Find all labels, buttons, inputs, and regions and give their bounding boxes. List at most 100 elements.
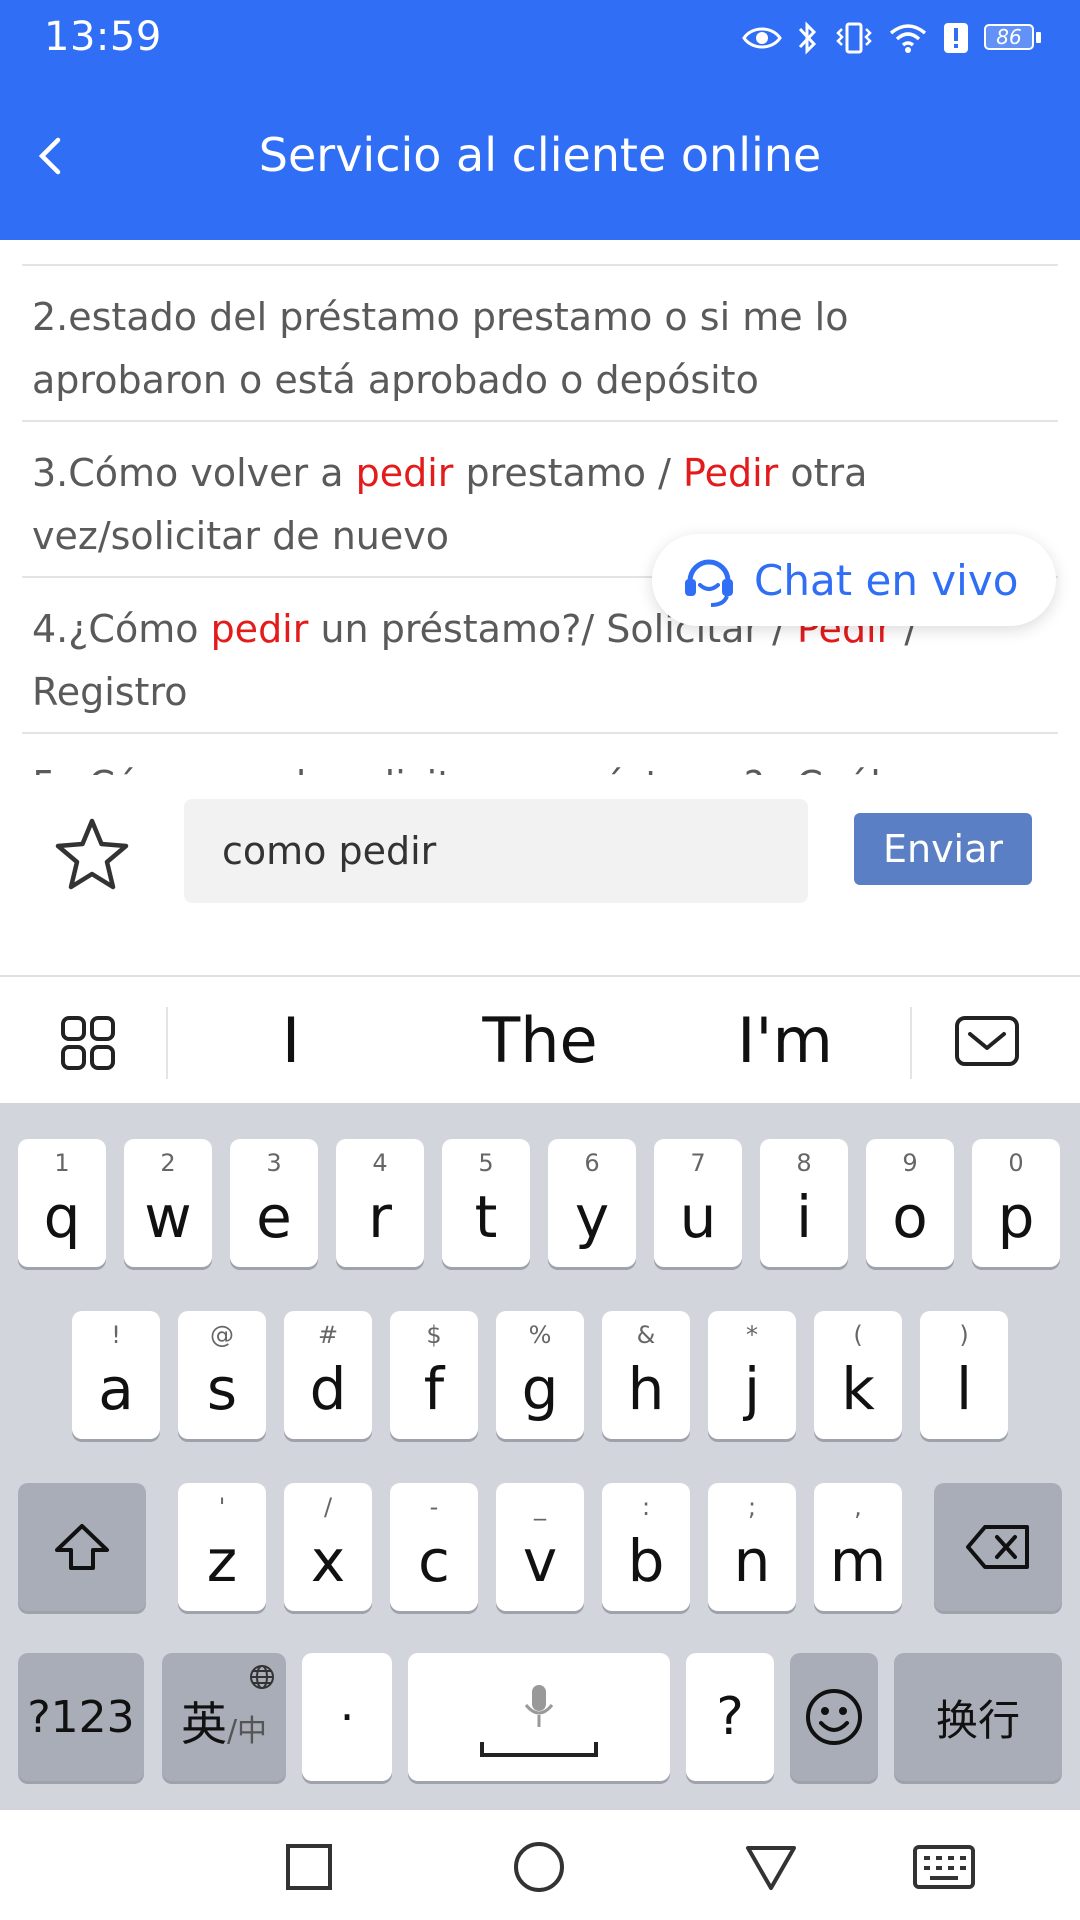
message-input[interactable] [184, 799, 808, 903]
key-t[interactable]: 5t [442, 1139, 530, 1267]
divider [166, 1007, 168, 1079]
key-hint: # [317, 1321, 339, 1349]
key-hint: 6 [584, 1149, 600, 1177]
key-label: d [309, 1355, 347, 1423]
key-c[interactable]: -c [390, 1483, 478, 1611]
key-l[interactable]: ) l [920, 1311, 1008, 1439]
key-n[interactable]: ; n [708, 1483, 796, 1611]
key-label: j [743, 1355, 761, 1423]
key-hint: @ [210, 1321, 234, 1349]
key-j[interactable]: * j [708, 1311, 796, 1439]
faq-keyword-highlight: pedir [355, 451, 454, 495]
send-button[interactable]: Enviar [854, 813, 1032, 885]
key-label: i [795, 1183, 813, 1251]
key-r[interactable]: 4r [336, 1139, 424, 1267]
key-y[interactable]: 6y [548, 1139, 636, 1267]
language-sub: /中 [226, 1714, 268, 1749]
key-hint: 8 [796, 1149, 812, 1177]
key-m[interactable]: ,m [814, 1483, 902, 1611]
key-label: e [256, 1183, 292, 1251]
backspace-key[interactable] [934, 1483, 1062, 1611]
page-title: Servicio al cliente online [258, 128, 822, 182]
key-hint: ! [111, 1321, 121, 1349]
key-label: g [521, 1355, 559, 1423]
live-chat-label: Chat en vivo [754, 555, 1019, 605]
divider [910, 1007, 912, 1079]
key-q[interactable]: 1q [18, 1139, 106, 1267]
key-h[interactable]: & h [602, 1311, 690, 1439]
key-label: s [206, 1355, 238, 1423]
key-b[interactable]: :b [602, 1483, 690, 1611]
key-label: w [144, 1183, 192, 1251]
language-key[interactable]: 英 /中 [162, 1653, 286, 1781]
favorite-button[interactable] [52, 815, 132, 895]
key-label: z [206, 1527, 238, 1595]
hide-keyboard-button[interactable] [954, 1015, 1020, 1071]
key-w[interactable]: 2w [124, 1139, 212, 1267]
space-key[interactable] [408, 1653, 670, 1781]
suggestion-3[interactable]: I'm [680, 977, 890, 1105]
key-hint: / [323, 1493, 333, 1521]
symbols-key[interactable]: ?123 [18, 1653, 144, 1781]
grid-icon [61, 1016, 115, 1070]
keyboard-hide-icon [955, 1016, 1019, 1066]
key-hint: 4 [372, 1149, 388, 1177]
key-hint: 7 [690, 1149, 706, 1177]
key-e[interactable]: 3e [230, 1139, 318, 1267]
period-key[interactable]: · [302, 1653, 392, 1781]
keyboard-menu-button[interactable] [60, 1015, 120, 1075]
key-d[interactable]: # d [284, 1311, 372, 1439]
key-o[interactable]: 9o [866, 1139, 954, 1267]
key-u[interactable]: 7u [654, 1139, 742, 1267]
key-label: p [997, 1183, 1035, 1251]
key-z[interactable]: ' z [178, 1483, 266, 1611]
key-hint: , [854, 1493, 862, 1521]
faq-keyword-highlight: Pedir [683, 451, 779, 495]
key-hint: 1 [54, 1149, 70, 1177]
star-icon [55, 818, 129, 890]
app-header: 13:59 86 Servicio al cliente online [0, 0, 1080, 240]
key-a[interactable]: ! a [72, 1311, 160, 1439]
battery-icon: 86 [984, 22, 1044, 54]
system-nav-bar [0, 1810, 1080, 1920]
status-icons: 86 [742, 18, 1044, 58]
live-chat-button[interactable]: Chat en vivo [652, 534, 1056, 626]
mic-icon [524, 1685, 554, 1727]
suggestion-2[interactable]: The [420, 977, 660, 1105]
faq-list: 2.estado del préstamo prestamo o si me l… [0, 240, 1080, 775]
nav-square-icon [286, 1844, 332, 1890]
nav-home-button[interactable] [512, 1840, 566, 1894]
key-f[interactable]: $ f [390, 1311, 478, 1439]
nav-back-button[interactable] [744, 1842, 798, 1892]
question-label: ? [716, 1687, 744, 1747]
space-bar-icon [480, 1742, 598, 1757]
key-hint: ( [853, 1321, 863, 1349]
key-label: l [955, 1355, 973, 1423]
faq-item[interactable]: 2.estado del préstamo prestamo o si me l… [22, 264, 1058, 412]
nav-keyboard-icon [913, 1845, 975, 1889]
faq-item[interactable]: 5.¿Cómo puedo solicitar un préstamo? ¿Cu… [22, 732, 1058, 775]
key-p[interactable]: 0p [972, 1139, 1060, 1267]
bluetooth-icon [798, 21, 817, 55]
nav-recents-button[interactable] [284, 1842, 334, 1892]
key-i[interactable]: 8i [760, 1139, 848, 1267]
nav-triangle-icon [746, 1846, 796, 1890]
key-g[interactable]: % g [496, 1311, 584, 1439]
key-k[interactable]: (k [814, 1311, 902, 1439]
nav-keyboard-button[interactable] [912, 1842, 976, 1892]
faq-keyword-highlight: pedir [210, 607, 309, 651]
key-x[interactable]: / x [284, 1483, 372, 1611]
key-label: h [627, 1355, 665, 1423]
key-s[interactable]: @ s [178, 1311, 266, 1439]
enter-label: 换行 [935, 1695, 1020, 1745]
alert-icon [944, 23, 968, 53]
suggestion-1[interactable]: I [186, 977, 396, 1105]
emoji-key[interactable] [790, 1653, 878, 1781]
shift-key[interactable] [18, 1483, 146, 1611]
question-key[interactable]: ? [686, 1653, 774, 1781]
key-label: k [841, 1355, 875, 1423]
battery-level: 86 [996, 25, 1022, 49]
key-label: b [627, 1527, 665, 1595]
enter-key[interactable]: 换行 [894, 1653, 1062, 1781]
key-v[interactable]: _ v [496, 1483, 584, 1611]
